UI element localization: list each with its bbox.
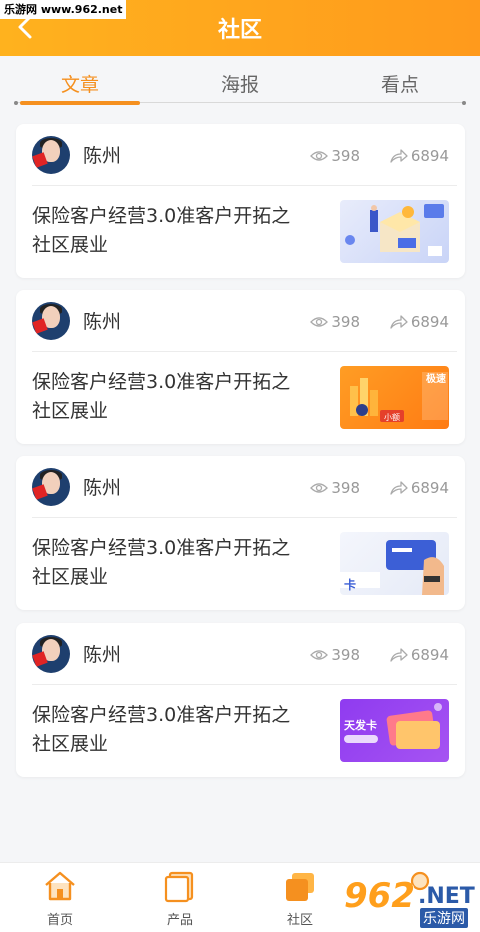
watermark-logo: 962 .NET 乐游网 <box>340 868 476 930</box>
watermark-cn: 乐游网 <box>420 908 468 928</box>
watermark-brand: 962 <box>344 876 415 916</box>
tab-highlights[interactable]: 看点 <box>320 70 480 97</box>
community-icon <box>286 873 314 901</box>
avatar[interactable] <box>32 468 70 506</box>
author-name: 陈州 <box>83 145 122 167</box>
post-title: 保险客户经营3.0准客户开拓之 社区展业 <box>32 704 291 755</box>
author-name: 陈州 <box>83 311 122 333</box>
watermark-domain: .NET <box>418 884 475 909</box>
share-count: 6894 <box>390 646 449 664</box>
share-count: 6894 <box>390 479 449 497</box>
author-name: 陈州 <box>83 644 122 666</box>
share-count: 6894 <box>390 313 449 331</box>
thumb-text: 小额 <box>384 413 400 422</box>
view-count: 398 <box>310 147 360 165</box>
post-title: 保险客户经营3.0准客户开拓之 社区展业 <box>32 537 291 588</box>
divider <box>32 185 457 186</box>
tabbar-item-products[interactable]: 产品 <box>120 863 240 932</box>
post-thumbnail[interactable]: 卡 <box>340 532 449 595</box>
eye-icon <box>310 151 329 161</box>
share-icon <box>390 481 408 495</box>
tabbar-label: 首页 <box>46 913 73 928</box>
post-thumbnail[interactable]: 极速 小额 <box>340 366 449 429</box>
share-icon <box>390 149 408 163</box>
avatar[interactable] <box>32 635 70 673</box>
post-title: 保险客户经营3.0准客户开拓之 社区展业 <box>32 205 291 256</box>
eye-icon <box>310 483 329 493</box>
thumb-text: 极速 <box>426 374 446 385</box>
post-card[interactable]: 陈州 398 6894 保险客户经营3.0准客户开拓之 社区展业 极速 小额 <box>16 290 465 444</box>
product-icon <box>164 871 194 903</box>
thumb-text: 天发卡 <box>344 719 377 732</box>
view-count: 398 <box>310 313 360 331</box>
post-title: 保险客户经营3.0准客户开拓之 社区展业 <box>32 371 291 422</box>
share-icon <box>390 648 408 662</box>
view-count: 398 <box>310 646 360 664</box>
post-card[interactable]: 陈州 398 6894 保险客户经营3.0准客户开拓之 社区展业 <box>16 124 465 278</box>
watermark-text: 乐游网 www.962.net <box>0 0 127 19</box>
post-thumbnail[interactable]: 天发卡 <box>340 699 449 762</box>
tabbar-label: 产品 <box>166 913 193 928</box>
eye-icon <box>310 317 329 327</box>
avatar[interactable] <box>32 136 70 174</box>
tab-posters[interactable]: 海报 <box>160 70 320 97</box>
share-count: 6894 <box>390 147 449 165</box>
post-card[interactable]: 陈州 398 6894 保险客户经营3.0准客户开拓之 社区展业 天发卡 <box>16 623 465 777</box>
tab-articles[interactable]: 文章 <box>0 70 160 97</box>
divider <box>32 351 457 352</box>
post-thumbnail[interactable] <box>340 200 449 263</box>
divider <box>32 684 457 685</box>
thumb-text: 卡 <box>344 578 357 592</box>
view-count: 398 <box>310 479 360 497</box>
avatar[interactable] <box>32 302 70 340</box>
post-card[interactable]: 陈州 398 6894 保险客户经营3.0准客户开拓之 社区展业 卡 <box>16 456 465 610</box>
share-icon <box>390 315 408 329</box>
eye-icon <box>310 650 329 660</box>
home-icon <box>45 871 75 901</box>
active-tab-indicator <box>20 101 140 105</box>
category-tabs: 文章 海报 看点 <box>0 56 480 106</box>
divider <box>32 517 457 518</box>
author-name: 陈州 <box>83 477 122 499</box>
tabbar-item-home[interactable]: 首页 <box>0 863 120 932</box>
